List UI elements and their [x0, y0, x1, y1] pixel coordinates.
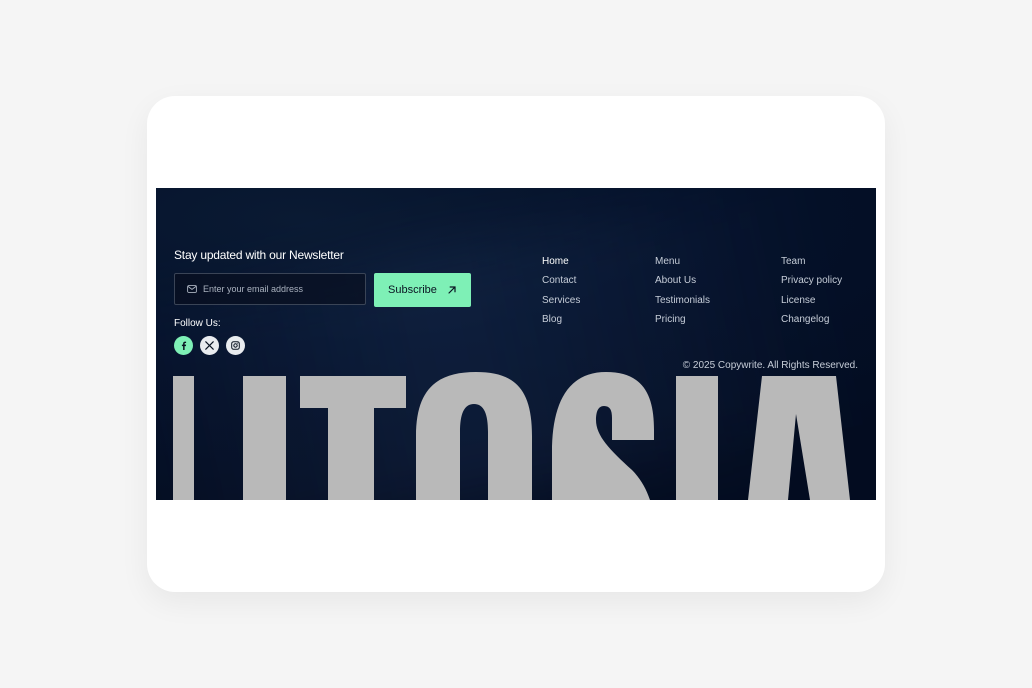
- site-footer: Stay updated with our Newsletter Subscri…: [156, 188, 876, 500]
- follow-label: Follow Us:: [174, 318, 221, 329]
- nav-link-contact[interactable]: Contact: [542, 274, 580, 287]
- footer-nav-column-3: Team Privacy policy License Changelog: [781, 255, 842, 326]
- email-field[interactable]: [174, 273, 366, 305]
- nav-link-services[interactable]: Services: [542, 294, 580, 307]
- nav-link-home[interactable]: Home: [542, 255, 580, 268]
- newsletter-title: Stay updated with our Newsletter: [174, 248, 344, 262]
- subscribe-label: Subscribe: [388, 284, 437, 296]
- social-links: [174, 336, 245, 355]
- facebook-icon: [180, 341, 188, 350]
- facebook-link[interactable]: [174, 336, 193, 355]
- x-icon: [205, 341, 214, 350]
- mail-icon: [187, 285, 197, 293]
- subscribe-button[interactable]: Subscribe: [374, 273, 471, 307]
- footer-nav-column-2: Menu About Us Testimonials Pricing: [655, 255, 710, 326]
- arrow-up-right-icon: [447, 285, 457, 295]
- brand-wordmark: [173, 372, 850, 500]
- instagram-icon: [231, 341, 240, 350]
- x-link[interactable]: [200, 336, 219, 355]
- nav-link-menu[interactable]: Menu: [655, 255, 710, 268]
- email-input[interactable]: [203, 284, 353, 294]
- nav-link-about-us[interactable]: About Us: [655, 274, 710, 287]
- preview-card: Stay updated with our Newsletter Subscri…: [147, 96, 885, 592]
- nav-link-testimonials[interactable]: Testimonials: [655, 294, 710, 307]
- nav-link-license[interactable]: License: [781, 294, 842, 307]
- instagram-link[interactable]: [226, 336, 245, 355]
- nav-link-blog[interactable]: Blog: [542, 313, 580, 326]
- nav-link-privacy-policy[interactable]: Privacy policy: [781, 274, 842, 287]
- nav-link-changelog[interactable]: Changelog: [781, 313, 842, 326]
- nav-link-pricing[interactable]: Pricing: [655, 313, 710, 326]
- footer-nav-column-1: Home Contact Services Blog: [542, 255, 580, 326]
- nav-link-team[interactable]: Team: [781, 255, 842, 268]
